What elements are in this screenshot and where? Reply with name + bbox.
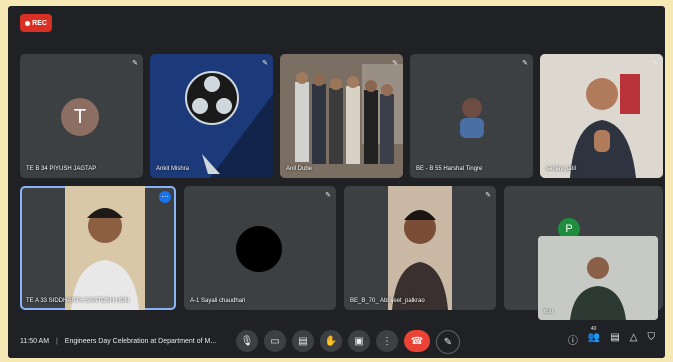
participant-tile[interactable]: ✎ Anil Dube (280, 54, 403, 178)
separator: | (56, 337, 58, 345)
present-screen-icon[interactable]: ▣ (348, 330, 370, 352)
avatar: T (61, 98, 99, 136)
avatar (236, 226, 282, 272)
mic-off-icon: ✎ (522, 60, 528, 67)
participant-name: Anil Dube (286, 166, 313, 172)
participant-tile[interactable]: T ✎ TE B 34 PIYUSH JAGTAP (20, 54, 143, 178)
host-controls-icon[interactable]: ⛉ (648, 332, 656, 347)
side-controls: ⓘ 40 👥 ▤ △ ⛉ (568, 326, 656, 347)
chat-icon[interactable]: ▤ (610, 332, 619, 347)
mic-off-icon: ✎ (485, 192, 491, 199)
participant-name: BE - B 55 Harshal Tingre (416, 166, 483, 172)
participant-video (65, 186, 145, 310)
mic-off-icon: ✎ (132, 60, 138, 67)
self-label: You (543, 309, 554, 315)
self-video (538, 236, 658, 320)
mic-off-icon: ✎ (652, 60, 658, 67)
participant-video (540, 54, 663, 178)
participant-tile-active[interactable]: ⋯ TE A 33 SIDDHARTH SANTOSH HON (20, 186, 176, 310)
participant-tile[interactable]: ✎ BE_B_70_ Abhijeet_palkrao (344, 186, 496, 310)
obs-logo-icon (150, 54, 273, 178)
meeting-info: 11:50 AM | Engineers Day Celebration at … (20, 338, 216, 345)
participant-name: Ankit Mishra (156, 166, 190, 172)
participant-tile[interactable]: ✎ A-1 Sayali chaudhari (184, 186, 336, 310)
raise-hand-icon[interactable]: ✋ (320, 330, 342, 352)
bottom-toolbar: 11:50 AM | Engineers Day Celebration at … (8, 324, 665, 358)
mic-off-icon: ✎ (262, 60, 268, 67)
participants-count: 40 (590, 326, 597, 332)
participant-name: BE_B_70_ Abhijeet_palkrao (350, 298, 425, 304)
captions-icon[interactable]: ▤ (292, 330, 314, 352)
recording-badge: REC (20, 14, 52, 32)
record-dot-icon (25, 20, 31, 26)
participant-name: sanjay patil (546, 166, 577, 172)
activities-icon[interactable]: △ (630, 332, 638, 347)
meeting-title: Engineers Day Celebration at Department … (64, 337, 217, 345)
people-icon[interactable]: 40 👥 (588, 326, 600, 347)
self-view[interactable]: You (538, 236, 658, 320)
end-call-icon[interactable]: ☎ (404, 330, 430, 352)
clock-time: 11:50 AM (20, 337, 50, 345)
participant-tile[interactable]: ✎ sanjay patil (540, 54, 663, 178)
mic-off-icon: ✎ (392, 60, 398, 67)
recording-label: REC (32, 19, 47, 27)
pen-icon[interactable]: ✎ (436, 330, 460, 354)
mic-off-icon: ✎ (325, 192, 331, 199)
mic-icon[interactable]: 🎙 (236, 330, 258, 352)
participant-name: TE B 34 PIYUSH JAGTAP (26, 166, 97, 172)
participant-name: A-1 Sayali chaudhari (190, 298, 246, 304)
participant-name: TE A 33 SIDDHARTH SANTOSH HON (26, 298, 130, 304)
call-controls: 🎙 ▭ ▤ ✋ ▣ ⋮ ☎ ✎ (236, 330, 460, 354)
participant-tile[interactable]: ✎ Ankit Mishra (150, 54, 273, 178)
camera-icon[interactable]: ▭ (264, 330, 286, 352)
info-icon[interactable]: ⓘ (568, 332, 578, 347)
group-photo (280, 54, 403, 178)
more-options-icon[interactable]: ⋮ (376, 330, 398, 352)
participant-tile[interactable]: ✎ BE - B 55 Harshal Tingre (410, 54, 533, 178)
participant-video (388, 186, 452, 310)
meet-window: REC T ✎ TE B 34 PIYUSH JAGTAP ✎ Ankit Mi… (8, 6, 665, 358)
participant-video (460, 98, 484, 138)
more-options-icon[interactable]: ⋯ (159, 191, 171, 203)
